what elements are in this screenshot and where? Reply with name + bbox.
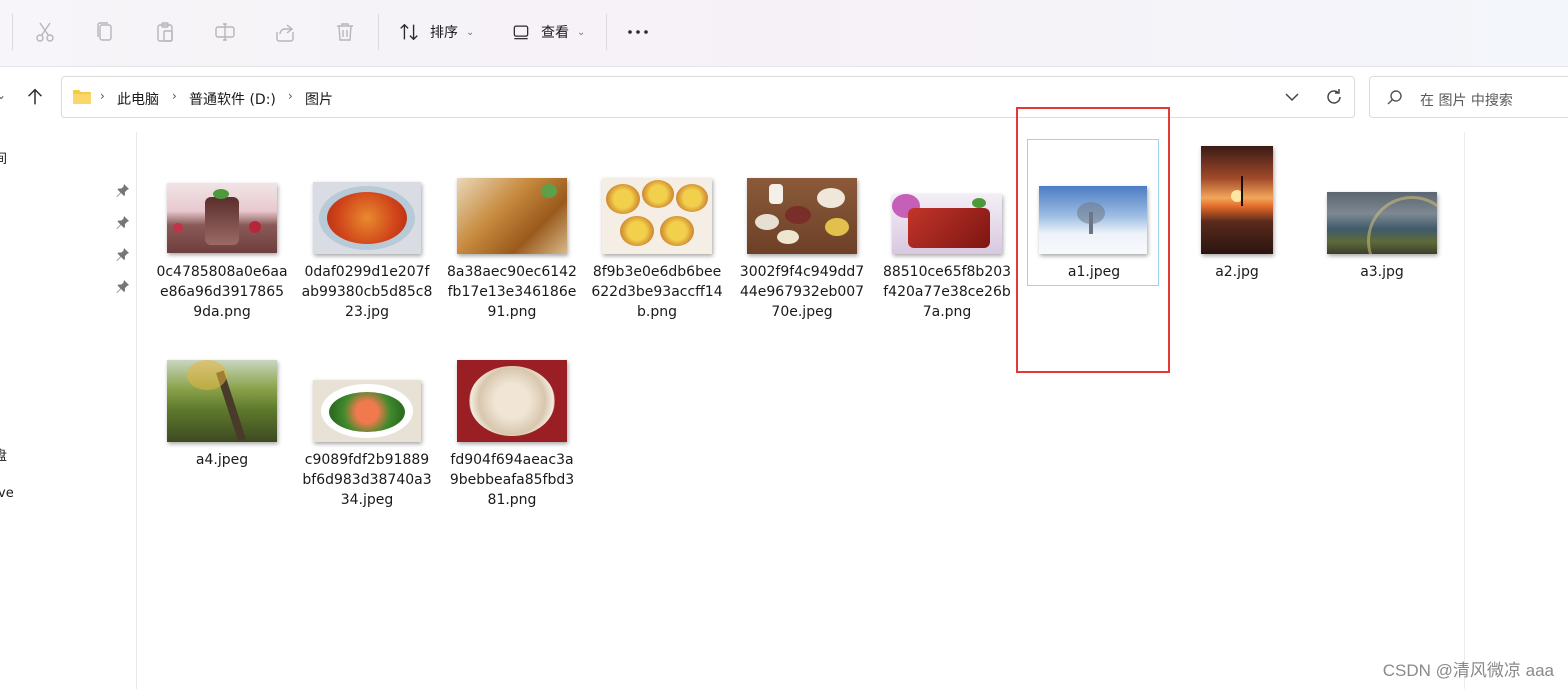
pin-icon <box>116 278 130 293</box>
file-item[interactable]: a3.jpg <box>1316 140 1448 290</box>
image-thumbnail <box>892 194 1002 254</box>
image-thumbnail <box>1201 146 1273 254</box>
file-item[interactable]: 0daf0299d1e207fab99380cb5d85c823.jpg <box>301 140 433 320</box>
file-item[interactable]: a4.jpeg <box>156 328 288 478</box>
more-icon <box>628 30 648 34</box>
file-item[interactable]: 88510ce65f8b203f420a77e38ce26b7a.png <box>881 140 1013 320</box>
folder-icon <box>72 88 92 106</box>
up-arrow-icon[interactable] <box>24 86 46 108</box>
refresh-icon[interactable] <box>1324 87 1344 107</box>
file-name: 8f9b3e0e6db6bee622d3be93accff14b.png <box>591 264 723 320</box>
image-thumbnail <box>167 360 277 442</box>
image-thumbnail <box>602 178 712 254</box>
search-placeholder: 在 图片 中搜索 <box>1420 93 1513 109</box>
file-name: 8a38aec90ec6142fb17e13e346186e91.png <box>447 264 577 320</box>
toolbar-divider <box>12 14 13 50</box>
file-name: 0daf0299d1e207fab99380cb5d85c823.jpg <box>301 264 433 320</box>
sort-label: 排序 <box>430 25 458 41</box>
rename-icon[interactable] <box>213 20 237 44</box>
image-thumbnail <box>313 380 421 442</box>
sidebar-item-label[interactable]: ve <box>0 486 14 501</box>
search-icon <box>1386 89 1404 107</box>
chevron-down-icon: ⌄ <box>466 26 475 38</box>
annotation-highlight-box <box>1016 107 1170 373</box>
image-thumbnail <box>1327 192 1437 254</box>
file-name: 88510ce65f8b203f420a77e38ce26b7a.png <box>882 264 1012 320</box>
breadcrumb-separator-icon: › <box>288 89 293 103</box>
file-name: a2.jpg <box>1215 264 1259 280</box>
breadcrumb-separator-icon: › <box>172 89 177 103</box>
sidebar-item-label[interactable]: 盘 <box>0 445 7 464</box>
delete-icon[interactable] <box>333 20 357 44</box>
file-name: a4.jpeg <box>195 452 249 468</box>
file-item[interactable]: 3002f9f4c949dd744e967932eb00770e.jpeg <box>736 140 868 320</box>
scrollbar-track[interactable] <box>1464 132 1465 689</box>
image-thumbnail <box>747 178 857 254</box>
view-label: 查看 <box>541 25 569 41</box>
file-item[interactable]: c9089fdf2b91889bf6d983d38740a334.jpeg <box>301 328 433 508</box>
file-item[interactable]: a2.jpg <box>1171 140 1303 290</box>
pane-divider[interactable] <box>136 132 137 689</box>
file-item[interactable]: 8f9b3e0e6db6bee622d3be93accff14b.png <box>591 140 723 320</box>
toolbar-divider <box>606 14 607 50</box>
toolbar-divider <box>378 14 379 50</box>
file-name: 3002f9f4c949dd744e967932eb00770e.jpeg <box>739 264 865 320</box>
image-thumbnail <box>457 178 567 254</box>
image-thumbnail <box>167 183 277 253</box>
file-name: fd904f694aeac3a9bebbeafa85fbd381.png <box>449 452 575 508</box>
share-icon[interactable] <box>273 20 297 44</box>
search-box[interactable]: 在 图片 中搜索 <box>1369 76 1568 118</box>
pin-icon <box>116 182 130 197</box>
chevron-down-icon[interactable]: ⌄ <box>0 88 6 102</box>
file-name: c9089fdf2b91889bf6d983d38740a334.jpeg <box>302 452 432 508</box>
watermark: CSDN @清风微凉 aaa <box>1382 661 1554 680</box>
paste-icon[interactable] <box>153 20 177 44</box>
file-name: 0c4785808a0e6aae86a96d39178659da.png <box>156 264 288 320</box>
file-item[interactable]: fd904f694aeac3a9bebbeafa85fbd381.png <box>446 328 578 508</box>
sidebar-item-label[interactable]: 间 <box>0 148 7 167</box>
breadcrumb-drive-d[interactable]: 普通软件 (D:) <box>189 89 276 109</box>
chevron-down-icon: ⌄ <box>577 26 586 38</box>
image-thumbnail <box>313 182 421 254</box>
sort-icon <box>400 23 418 41</box>
file-name: a3.jpg <box>1360 264 1404 280</box>
pin-icon <box>116 214 130 229</box>
history-dropdown-icon[interactable] <box>1282 87 1302 107</box>
command-bar: 排序 ⌄ 查看 ⌄ <box>0 0 1568 67</box>
image-thumbnail <box>457 360 567 442</box>
view-button[interactable]: 查看 ⌄ <box>511 18 585 46</box>
more-options-button[interactable] <box>626 18 650 46</box>
breadcrumb-separator-icon: › <box>100 89 105 103</box>
copy-icon[interactable] <box>93 20 117 44</box>
cut-icon[interactable] <box>33 20 57 44</box>
pin-icon <box>116 246 130 261</box>
view-icon <box>513 25 529 40</box>
file-item[interactable]: 0c4785808a0e6aae86a96d39178659da.png <box>156 140 288 320</box>
breadcrumb-this-pc[interactable]: 此电脑 <box>117 89 159 109</box>
file-item[interactable]: 8a38aec90ec6142fb17e13e346186e91.png <box>446 140 578 320</box>
sort-button[interactable]: 排序 ⌄ <box>398 18 474 46</box>
breadcrumb-pictures[interactable]: 图片 <box>305 89 333 109</box>
